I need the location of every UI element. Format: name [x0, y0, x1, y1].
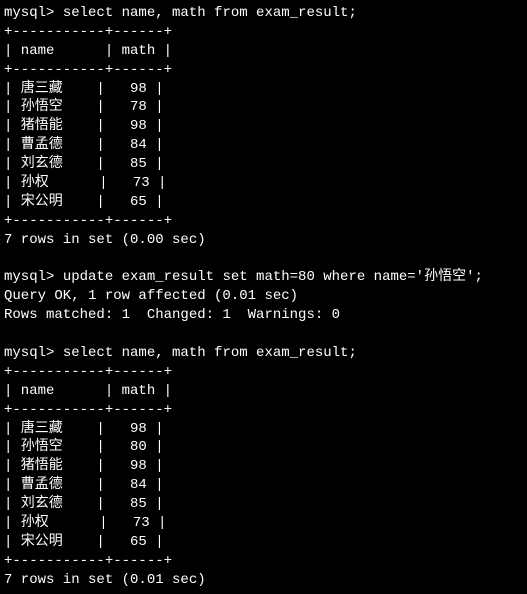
sql-command: select name, math from exam_result;: [63, 345, 357, 361]
table-row: | 曹孟德 | 84 |: [4, 476, 523, 495]
query-ok-message: Query OK, 1 row affected (0.01 sec): [4, 287, 523, 306]
table-border: +-----------+------+: [4, 23, 523, 42]
result-footer: 7 rows in set (0.01 sec): [4, 571, 523, 590]
table-row: | 孙权 | 73 |: [4, 174, 523, 193]
sql-prompt-line-2[interactable]: mysql> update exam_result set math=80 wh…: [4, 268, 523, 287]
table-row: | 猪悟能 | 98 |: [4, 117, 523, 136]
table-row: | 孙悟空 | 80 |: [4, 438, 523, 457]
table-row: | 猪悟能 | 98 |: [4, 457, 523, 476]
table-row: | 唐三藏 | 98 |: [4, 80, 523, 99]
mysql-prompt: mysql>: [4, 5, 63, 21]
table-row: | 刘玄德 | 85 |: [4, 155, 523, 174]
blank-line: [4, 325, 523, 344]
table-row: | 宋公明 | 65 |: [4, 533, 523, 552]
table-row: | 孙权 | 73 |: [4, 514, 523, 533]
result-footer: 7 rows in set (0.00 sec): [4, 231, 523, 250]
blank-line: [4, 250, 523, 269]
table-row: | 宋公明 | 65 |: [4, 193, 523, 212]
table-border: +-----------+------+: [4, 552, 523, 571]
sql-prompt-line-1[interactable]: mysql> select name, math from exam_resul…: [4, 4, 523, 23]
table-border: +-----------+------+: [4, 61, 523, 80]
mysql-prompt: mysql>: [4, 269, 63, 285]
table-row: | 曹孟德 | 84 |: [4, 136, 523, 155]
sql-command: select name, math from exam_result;: [63, 5, 357, 21]
table-row: | 刘玄德 | 85 |: [4, 495, 523, 514]
table-header: | name | math |: [4, 382, 523, 401]
sql-prompt-line-3[interactable]: mysql> select name, math from exam_resul…: [4, 344, 523, 363]
rows-matched-message: Rows matched: 1 Changed: 1 Warnings: 0: [4, 306, 523, 325]
table-row: | 唐三藏 | 98 |: [4, 420, 523, 439]
table-header: | name | math |: [4, 42, 523, 61]
mysql-prompt: mysql>: [4, 345, 63, 361]
table-row: | 孙悟空 | 78 |: [4, 98, 523, 117]
table-border: +-----------+------+: [4, 212, 523, 231]
sql-command: update exam_result set math=80 where nam…: [63, 269, 483, 285]
table-border: +-----------+------+: [4, 401, 523, 420]
table-border: +-----------+------+: [4, 363, 523, 382]
